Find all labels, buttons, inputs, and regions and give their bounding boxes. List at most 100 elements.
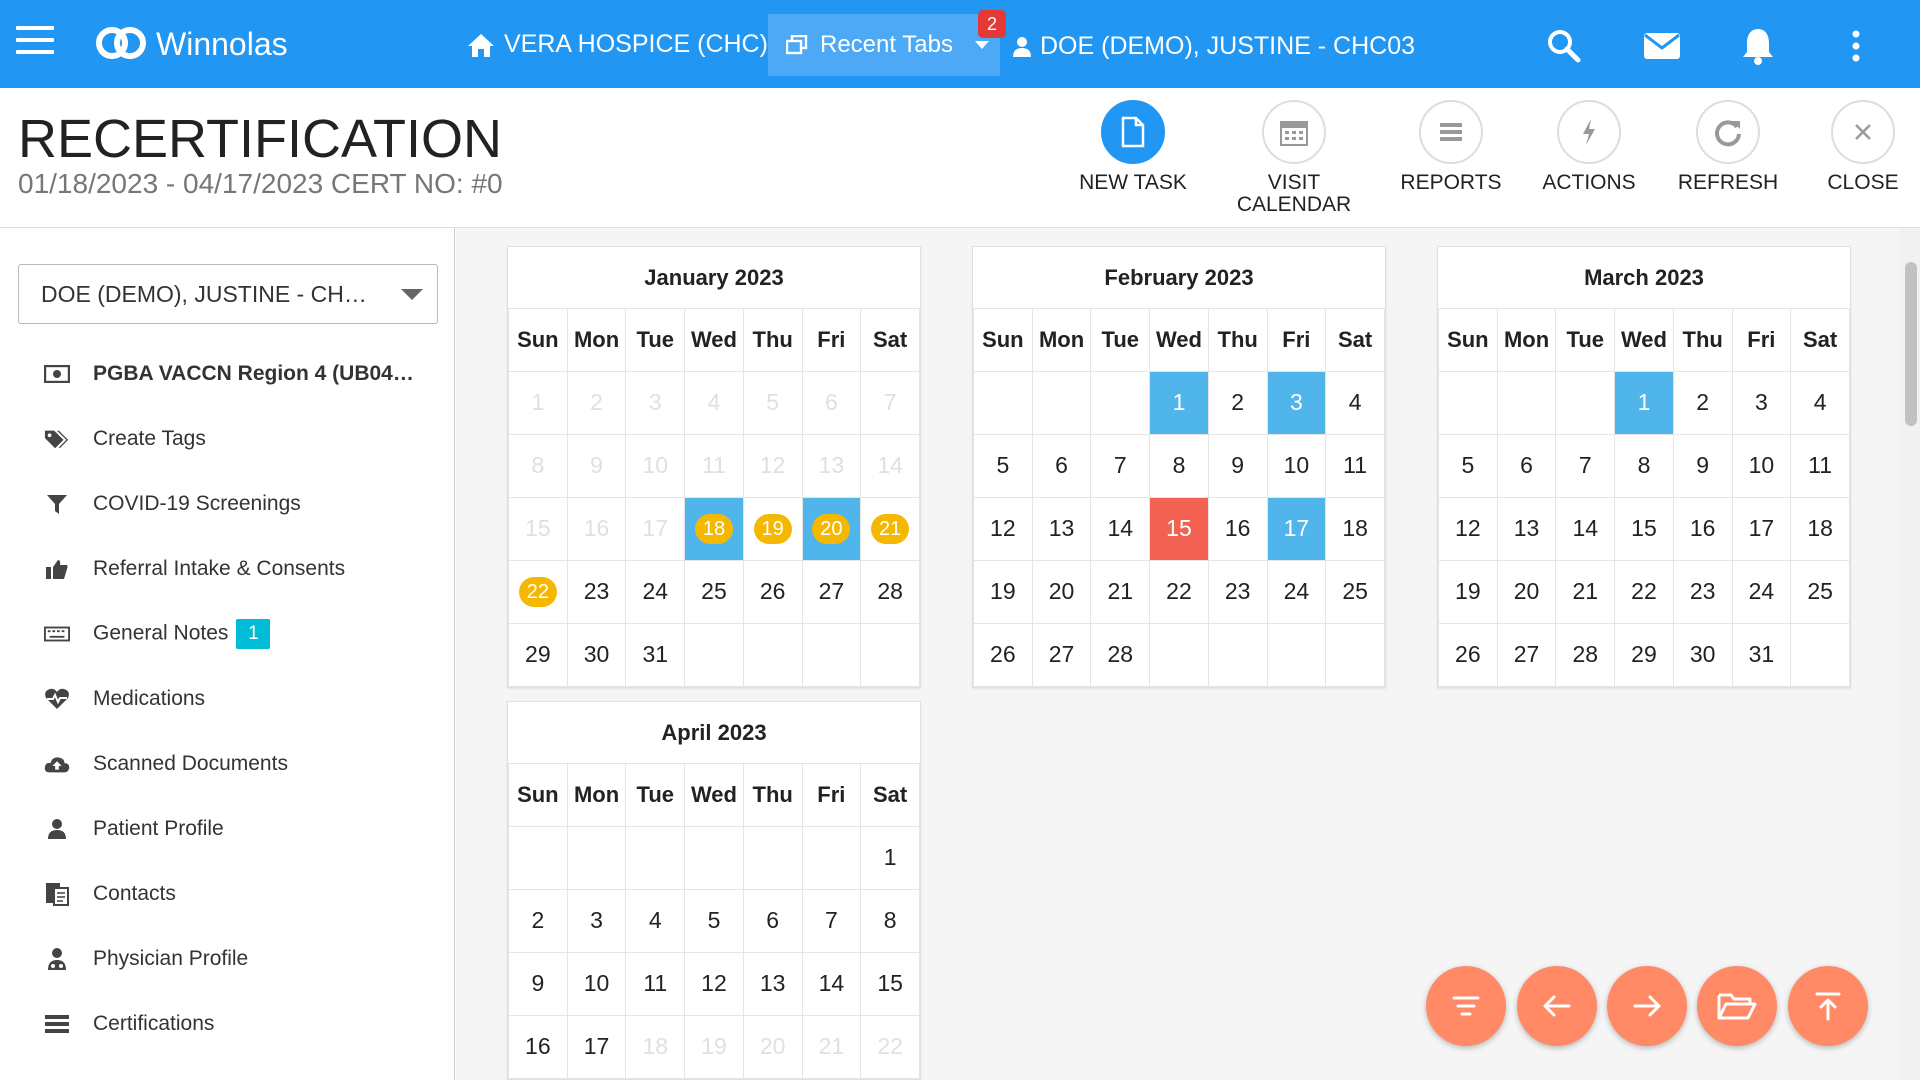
day-cell[interactable]: 7 [801,888,862,953]
patient-select[interactable]: DOE (DEMO), JUSTINE - CH… [18,264,438,324]
day-cell[interactable]: 15 [1149,496,1209,561]
day-cell[interactable]: 4 [1790,370,1850,435]
bell-icon[interactable] [1738,26,1778,66]
sidebar-item-patient-profile[interactable]: Patient Profile [0,799,455,859]
day-cell[interactable]: 26 [973,622,1033,687]
day-cell[interactable]: 17 [1731,496,1792,561]
day-cell[interactable]: 5 [973,433,1033,498]
scheduled-visit-marker[interactable]: 19 [753,513,792,544]
day-cell[interactable]: 15 [860,951,920,1016]
more-vert-icon[interactable] [1836,26,1876,66]
day-cell[interactable]: 12 [973,496,1033,561]
day-cell[interactable]: 11 [625,951,686,1016]
day-cell[interactable]: 16 [508,1014,568,1079]
day-cell[interactable]: 27 [1031,622,1092,687]
day-cell[interactable]: 27 [801,559,862,624]
visit-calendar-button[interactable]: VISIT CALENDAR [1219,100,1369,216]
day-cell[interactable]: 18 [684,496,744,561]
scheduled-visit-marker[interactable]: 18 [694,513,733,544]
day-cell[interactable]: 23 [566,559,627,624]
reports-button[interactable]: REPORTS [1376,100,1526,194]
day-cell[interactable]: 6 [1496,433,1557,498]
day-cell[interactable]: 24 [1266,559,1327,624]
day-cell[interactable]: 13 [1496,496,1557,561]
scheduled-visit-marker[interactable]: 20 [812,513,851,544]
day-cell[interactable]: 21 [1555,559,1616,624]
sidebar-item-referral-intake[interactable]: Referral Intake & Consents [0,539,455,599]
day-cell[interactable]: 2 [1207,370,1268,435]
day-cell[interactable]: 9 [508,951,568,1016]
day-cell[interactable]: 20 [1031,559,1092,624]
sidebar-item-general-notes[interactable]: General Notes 1 [0,604,455,664]
day-cell[interactable]: 13 [742,951,803,1016]
sidebar-item-certifications[interactable]: Certifications [0,994,455,1054]
day-cell[interactable]: 8 [860,888,920,953]
day-cell[interactable]: 28 [1090,622,1151,687]
day-cell[interactable]: 20 [1496,559,1557,624]
day-cell[interactable]: 3 [1731,370,1792,435]
mail-icon[interactable] [1642,26,1682,66]
next-button[interactable] [1607,966,1687,1046]
day-cell[interactable]: 18 [1790,496,1850,561]
day-cell[interactable]: 25 [1325,559,1385,624]
recent-tabs-button[interactable]: Recent Tabs [768,14,1000,76]
day-cell[interactable]: 19 [1438,559,1498,624]
day-cell[interactable]: 20 [801,496,862,561]
day-cell[interactable]: 26 [742,559,803,624]
day-cell[interactable]: 25 [1790,559,1850,624]
day-cell[interactable]: 12 [1438,496,1498,561]
day-cell[interactable]: 17 [566,1014,627,1079]
day-cell[interactable]: 9 [1207,433,1268,498]
day-cell[interactable]: 2 [508,888,568,953]
day-cell[interactable]: 21 [1090,559,1151,624]
day-cell[interactable]: 19 [973,559,1033,624]
day-cell[interactable]: 22 [1614,559,1674,624]
sidebar-item-scanned-documents[interactable]: Scanned Documents [0,734,455,794]
sidebar-item-covid-screenings[interactable]: COVID-19 Screenings [0,474,455,534]
filter-button[interactable] [1426,966,1506,1046]
scroll-to-top-button[interactable] [1788,966,1868,1046]
day-cell[interactable]: 22 [508,559,568,624]
search-icon[interactable] [1544,26,1584,66]
sidebar-item-contacts[interactable]: Contacts [0,864,455,924]
day-cell[interactable]: 29 [1614,622,1674,687]
day-cell[interactable]: 25 [684,559,744,624]
day-cell[interactable]: 6 [1031,433,1092,498]
day-cell[interactable]: 14 [1555,496,1616,561]
day-cell[interactable]: 3 [566,888,627,953]
sidebar-item-medications[interactable]: Medications [0,669,455,729]
day-cell[interactable]: 5 [684,888,744,953]
day-cell[interactable]: 5 [1438,433,1498,498]
day-cell[interactable]: 23 [1207,559,1268,624]
day-cell[interactable]: 24 [625,559,686,624]
day-cell[interactable]: 17 [1266,496,1327,561]
day-cell[interactable]: 23 [1672,559,1733,624]
agency-link[interactable]: VERA HOSPICE (CHC) [466,30,768,59]
new-task-button[interactable]: NEW TASK [1058,100,1208,194]
day-cell[interactable]: 10 [566,951,627,1016]
sidebar-item-physician-profile[interactable]: Physician Profile [0,929,455,989]
day-cell[interactable]: 10 [1266,433,1327,498]
day-cell[interactable]: 8 [1614,433,1674,498]
current-patient-link[interactable]: DOE (DEMO), JUSTINE - CHC03 [1012,32,1415,61]
previous-button[interactable] [1517,966,1597,1046]
day-cell[interactable]: 14 [801,951,862,1016]
day-cell[interactable]: 2 [1672,370,1733,435]
day-cell[interactable]: 3 [1266,370,1327,435]
day-cell[interactable]: 28 [860,559,920,624]
menu-icon[interactable] [16,26,54,62]
day-cell[interactable]: 15 [1614,496,1674,561]
day-cell[interactable]: 30 [1672,622,1733,687]
sidebar-item-billing[interactable]: PGBA VACCN Region 4 (UB04… [0,344,455,404]
sidebar-item-create-tags[interactable]: Create Tags [0,409,455,469]
day-cell[interactable]: 9 [1672,433,1733,498]
day-cell[interactable]: 26 [1438,622,1498,687]
day-cell[interactable]: 28 [1555,622,1616,687]
day-cell[interactable]: 4 [1325,370,1385,435]
scheduled-visit-marker[interactable]: 21 [871,513,910,544]
day-cell[interactable]: 12 [684,951,744,1016]
day-cell[interactable]: 31 [625,622,686,687]
open-folder-button[interactable] [1697,966,1777,1046]
day-cell[interactable]: 16 [1672,496,1733,561]
scrollbar-thumb[interactable] [1905,262,1917,426]
